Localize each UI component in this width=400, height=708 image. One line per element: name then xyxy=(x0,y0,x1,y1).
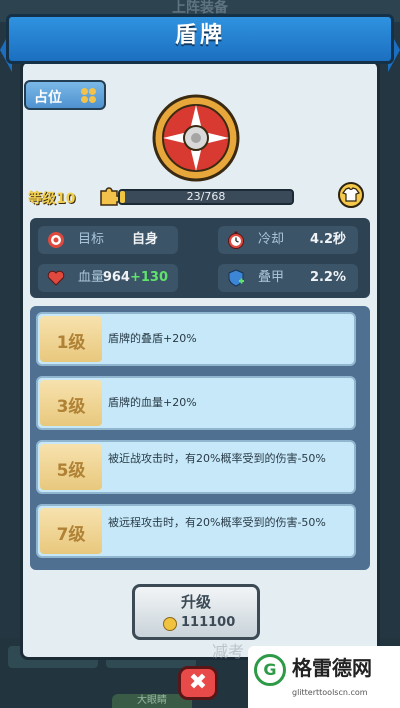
puzzle-icon xyxy=(100,187,120,206)
clover-icon xyxy=(81,88,97,104)
upgrade-cost: 111100 xyxy=(181,615,236,630)
stat-target: 目标 自身 xyxy=(38,226,178,254)
logo-mark-icon: G xyxy=(254,654,286,686)
close-icon: ✖ xyxy=(188,670,208,695)
stats-panel: 目标 自身 冷却 4.2秒 血量 964+130 叠甲 2.2% xyxy=(30,218,370,298)
target-icon xyxy=(48,232,64,248)
level-tag-text: 3级 xyxy=(56,397,86,417)
level-tag: 3级 xyxy=(40,380,102,426)
list-item: 1级 盾牌的叠盾+20% xyxy=(36,312,356,366)
stat-armor-value: 2.2% xyxy=(309,270,346,285)
dialog-title: 盾牌 xyxy=(174,23,225,48)
level-tag: 7级 xyxy=(40,508,102,554)
level-tag-text: 5级 xyxy=(56,461,86,481)
stat-armor-key: 叠甲 xyxy=(258,270,285,285)
position-button-label: 占位 xyxy=(34,90,62,106)
coin-icon xyxy=(163,617,177,631)
level-tag: 5级 xyxy=(40,444,102,490)
logo-name: 格雷德网 xyxy=(292,656,372,680)
stat-hp-key: 血量 xyxy=(78,270,105,285)
perk-description: 盾牌的叠盾+20% xyxy=(108,332,197,345)
upgrade-label: 升级 xyxy=(180,593,211,611)
stat-target-value: 自身 xyxy=(131,232,158,247)
experience-text: 23/768 xyxy=(186,190,226,203)
stopwatch-icon xyxy=(228,231,244,249)
shield-plus-icon xyxy=(228,269,244,287)
stat-hp: 血量 964+130 xyxy=(38,264,178,292)
shield-item-icon xyxy=(152,94,240,182)
level-tag-text: 1级 xyxy=(56,333,86,353)
watermark-logo: G 格雷德网 glitterttoolscn.com xyxy=(248,646,400,708)
list-item: 3级 盾牌的血量+20% xyxy=(36,376,356,430)
stat-hp-bonus: +130 xyxy=(129,270,168,285)
stat-cooldown: 冷却 4.2秒 xyxy=(218,226,358,254)
perk-description: 被近战攻击时，有20%概率受到的伤害-50% xyxy=(108,452,326,465)
level-perks-list: 1级 盾牌的叠盾+20% 3级 盾牌的血量+20% 5级 被近战攻击时，有20%… xyxy=(30,306,370,570)
perk-description: 被远程攻击时，有20%概率受到的伤害-50% xyxy=(108,516,326,529)
level-label: 等级10 xyxy=(28,191,76,207)
equip-button[interactable] xyxy=(338,182,364,208)
logo-url: glitterttoolscn.com xyxy=(292,688,368,697)
upgrade-button[interactable]: 升级 111100 xyxy=(132,584,260,640)
level-tag: 1级 xyxy=(40,316,102,362)
heart-icon xyxy=(47,270,65,286)
level-tag-text: 7级 xyxy=(56,525,86,545)
list-item: 5级 被近战攻击时，有20%概率受到的伤害-50% xyxy=(36,440,356,494)
position-button[interactable]: 占位 xyxy=(24,80,106,110)
close-button[interactable]: ✖ xyxy=(178,666,218,700)
shirt-icon xyxy=(342,187,360,202)
stat-cooldown-key: 冷却 xyxy=(258,232,285,247)
stat-hp-value: 964 xyxy=(102,270,130,285)
experience-bar: 23/768 xyxy=(118,189,294,205)
perk-description: 盾牌的血量+20% xyxy=(108,396,197,409)
stat-target-key: 目标 xyxy=(78,232,105,247)
stat-cooldown-value: 4.2秒 xyxy=(309,232,346,247)
list-item: 7级 被远程攻击时，有20%概率受到的伤害-50% xyxy=(36,504,356,558)
watermark-text: 减考 xyxy=(212,642,245,661)
stat-armor: 叠甲 2.2% xyxy=(218,264,358,292)
